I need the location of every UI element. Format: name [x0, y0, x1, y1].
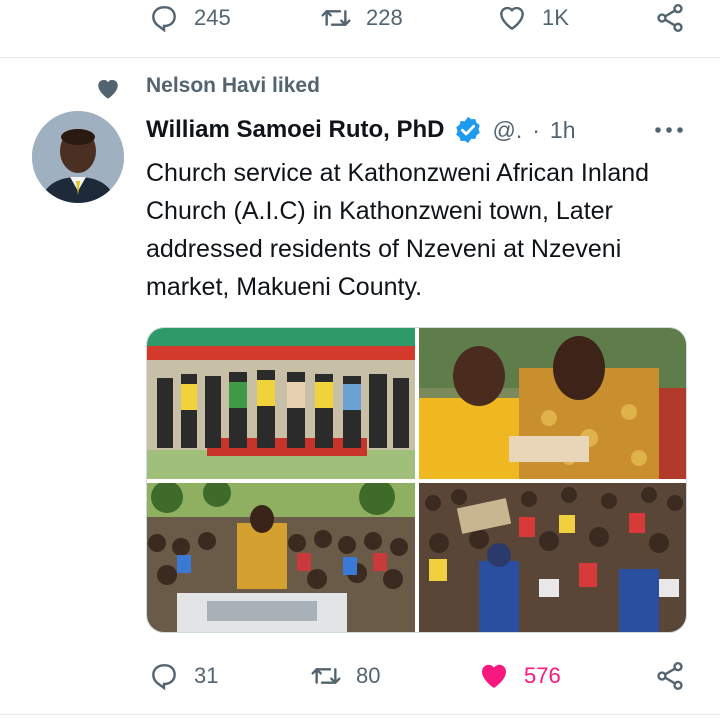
tweet-like-count: 576	[524, 663, 561, 688]
share-icon	[657, 4, 683, 32]
tweet-retweet-button[interactable]: 80	[310, 656, 380, 696]
photo-crowd-rally[interactable]	[147, 483, 415, 632]
tweet-header: William Samoei Ruto, PhD @. · 1h	[146, 113, 706, 147]
retweet-icon	[311, 668, 341, 684]
time-separator: ·	[532, 116, 540, 143]
social-context-text[interactable]: Nelson Havi liked	[146, 74, 320, 98]
tweet-text: Church service at Kathonzweni African In…	[146, 159, 650, 301]
reply-button[interactable]: 245	[148, 0, 231, 38]
photo-market-crowd[interactable]	[419, 483, 686, 632]
author-name[interactable]: William Samoei Ruto, PhD	[146, 116, 445, 144]
church-service-image	[419, 328, 686, 479]
more-options-icon[interactable]	[652, 121, 686, 139]
social-context: Nelson Havi liked	[0, 72, 720, 106]
photo-church-group[interactable]	[147, 328, 415, 479]
retweet-count: 228	[366, 5, 403, 30]
bottom-divider	[0, 714, 720, 715]
tweet-retweet-count: 80	[356, 663, 381, 688]
like-count: 1K	[542, 5, 569, 30]
tweet-share-button[interactable]	[654, 656, 686, 696]
tweet-reply-button[interactable]: 31	[148, 656, 218, 696]
tweet-timestamp[interactable]: 1h	[550, 117, 576, 144]
heart-filled-icon	[481, 664, 507, 688]
heart-outline-icon	[500, 6, 524, 31]
reply-count: 245	[194, 5, 231, 30]
avatar[interactable]	[32, 111, 124, 203]
market-crowd-image	[419, 483, 686, 632]
church-group-image	[147, 328, 415, 479]
retweet-icon	[321, 10, 351, 26]
author-handle[interactable]: @.	[493, 117, 523, 144]
reply-icon	[152, 664, 176, 691]
share-button[interactable]	[654, 0, 686, 38]
share-icon	[657, 662, 683, 690]
media-grid	[146, 327, 687, 633]
reply-icon	[152, 6, 176, 33]
tweet-reply-count: 31	[194, 663, 219, 688]
retweet-button[interactable]: 228	[320, 0, 403, 38]
tweet-action-bar: 31 80 576	[0, 656, 720, 696]
liked-heart-icon	[98, 79, 118, 99]
tweet-like-button[interactable]: 576	[478, 656, 561, 696]
verified-badge-icon	[455, 116, 480, 144]
previous-tweet-action-bar: 245 228 1K	[0, 0, 720, 38]
photo-church-service[interactable]	[419, 328, 686, 479]
crowd-rally-image	[147, 483, 415, 632]
like-button[interactable]: 1K	[496, 0, 569, 38]
avatar-image	[32, 111, 124, 203]
tweet-divider	[0, 57, 720, 58]
